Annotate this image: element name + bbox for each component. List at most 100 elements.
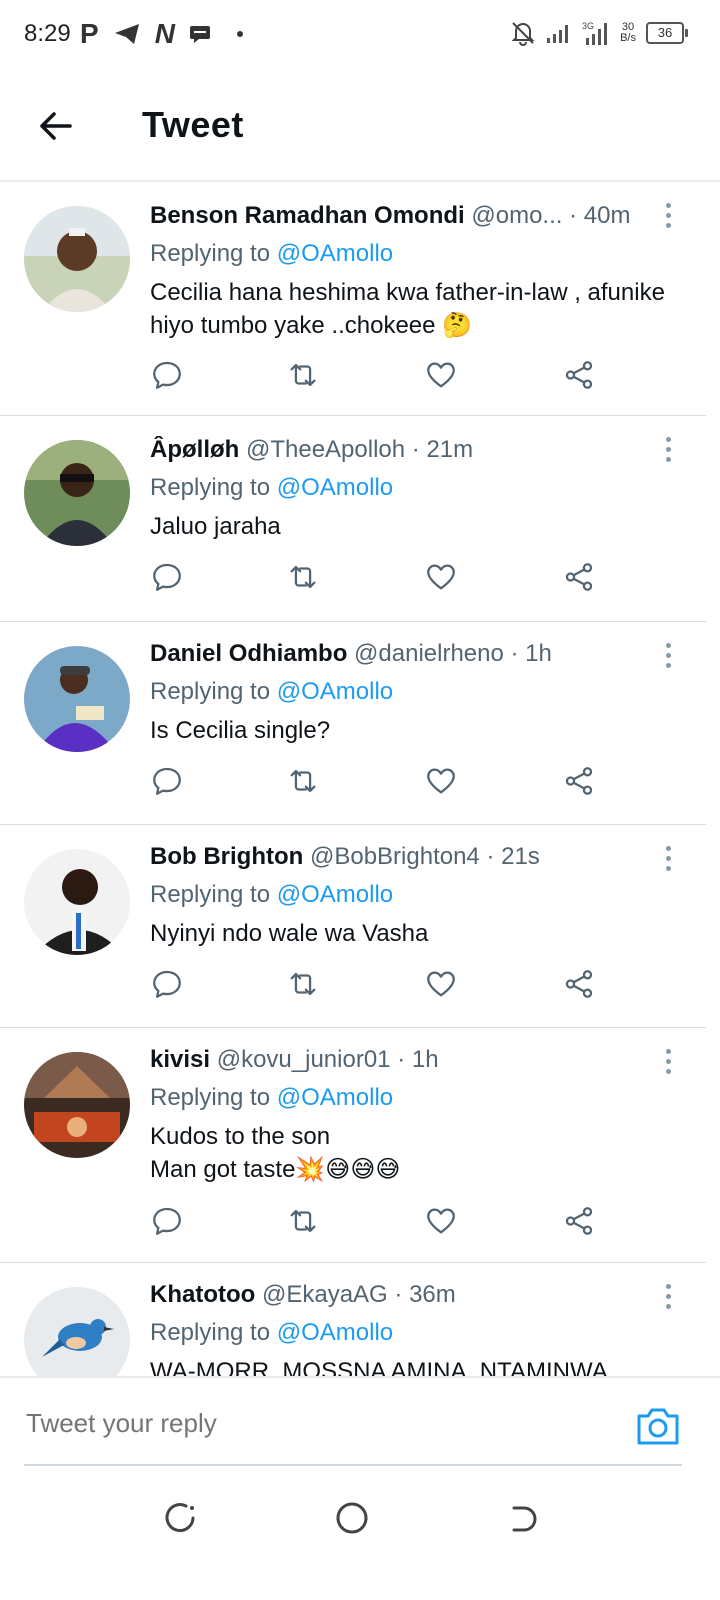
- replying-to: Replying to @OAmollo: [150, 881, 394, 908]
- avatar[interactable]: [24, 440, 130, 546]
- reply-button[interactable]: [150, 1204, 190, 1244]
- reply-underline: [24, 1464, 682, 1466]
- user-handle[interactable]: @EkayaAG: [262, 1281, 388, 1308]
- avatar[interactable]: [24, 1052, 130, 1158]
- mention-link[interactable]: @OAmollo: [277, 474, 393, 501]
- tweet-time: · 21m: [411, 436, 474, 463]
- tweet-item[interactable]: Âpølløh @TheeApolloh · 21m Replying to @…: [0, 416, 706, 622]
- reply-input[interactable]: [24, 1402, 588, 1444]
- back-nav-button[interactable]: [506, 1500, 546, 1540]
- user-name[interactable]: Daniel Odhiambo: [150, 640, 347, 667]
- retweet-button[interactable]: [286, 1204, 326, 1244]
- share-icon: [565, 361, 593, 389]
- share-button[interactable]: [562, 967, 602, 1007]
- page-title: Tweet: [142, 104, 244, 145]
- more-options-button[interactable]: [664, 200, 672, 230]
- notification-icons: P N: [80, 18, 243, 50]
- retweet-icon: [290, 972, 316, 996]
- camera-button[interactable]: [636, 1406, 680, 1446]
- user-name[interactable]: Benson Ramadhan Omondi: [150, 202, 465, 229]
- tweet-text: Cecilia hana heshima kwa father-in-law ,…: [150, 279, 665, 339]
- user-handle[interactable]: @BobBrighton4: [310, 843, 480, 870]
- user-name[interactable]: Âpølløh: [150, 436, 239, 463]
- tweet-actions: [150, 967, 610, 1011]
- tweet-item[interactable]: Bob Brighton @BobBrighton4 · 21s Replyin…: [0, 825, 706, 1028]
- tweet-item[interactable]: Khatotoo @EkayaAG · 36m Replying to @OAm…: [0, 1263, 706, 1376]
- reply-feed[interactable]: Benson Ramadhan Omondi @omo... · 40m Rep…: [0, 184, 706, 1376]
- tweet-text: WA-MORR, MOSSNA AMINA, NTAMINWA: [150, 1358, 608, 1376]
- mention-link[interactable]: @OAmollo: [277, 678, 393, 705]
- like-button[interactable]: [424, 560, 464, 600]
- mention-link[interactable]: @OAmollo: [277, 1084, 393, 1111]
- retweet-button[interactable]: [286, 560, 326, 600]
- camera-icon: [637, 1408, 679, 1445]
- more-options-button[interactable]: [664, 1281, 672, 1311]
- user-name[interactable]: Khatotoo: [150, 1281, 255, 1308]
- network-speed: 30 B/s: [620, 21, 636, 44]
- user-handle[interactable]: @danielrheno: [354, 640, 504, 667]
- back-gesture-icon: [512, 1506, 537, 1532]
- reply-icon: [153, 563, 181, 591]
- like-button[interactable]: [424, 358, 464, 398]
- tweet-actions: [150, 358, 610, 402]
- tweet-item[interactable]: Daniel Odhiambo @danielrheno · 1h Replyi…: [0, 622, 706, 825]
- reply-icon: [153, 970, 181, 998]
- tweet-item[interactable]: Benson Ramadhan Omondi @omo... · 40m Rep…: [0, 184, 706, 416]
- recents-icon: [165, 1503, 195, 1533]
- like-button[interactable]: [424, 1204, 464, 1244]
- home-circle-icon: [336, 1502, 368, 1534]
- share-button[interactable]: [562, 358, 602, 398]
- back-button[interactable]: [36, 106, 76, 146]
- user-name[interactable]: Bob Brighton: [150, 843, 303, 870]
- more-options-button[interactable]: [664, 640, 672, 670]
- user-name[interactable]: kivisi: [150, 1046, 210, 1073]
- tweet-header: Khatotoo @EkayaAG · 36m: [150, 1281, 686, 1309]
- heart-icon: [427, 362, 455, 388]
- battery-indicator: 36: [646, 22, 688, 44]
- like-button[interactable]: [424, 967, 464, 1007]
- p-app-icon: P: [80, 18, 99, 49]
- more-options-button[interactable]: [664, 1046, 672, 1076]
- user-handle[interactable]: @kovu_junior01: [217, 1046, 391, 1073]
- share-button[interactable]: [562, 764, 602, 804]
- tweet-time: · 36m: [394, 1281, 456, 1308]
- tweet-actions: [150, 1204, 610, 1248]
- mention-link[interactable]: @OAmollo: [277, 881, 393, 908]
- back-arrow-icon: [40, 112, 72, 140]
- tweet-time: · 21s: [486, 843, 540, 870]
- retweet-button[interactable]: [286, 967, 326, 1007]
- svg-text:3G: 3G: [582, 21, 594, 31]
- avatar[interactable]: [24, 646, 130, 752]
- user-handle[interactable]: @TheeApolloh: [246, 436, 405, 463]
- share-button[interactable]: [562, 560, 602, 600]
- mention-link[interactable]: @OAmollo: [277, 240, 393, 267]
- user-handle[interactable]: @omo...: [471, 202, 562, 229]
- recents-button[interactable]: [162, 1500, 202, 1540]
- avatar[interactable]: [24, 849, 130, 955]
- status-bar: 8:29 P N 3G 30 B/s 36: [0, 0, 720, 72]
- retweet-button[interactable]: [286, 764, 326, 804]
- reply-button[interactable]: [150, 764, 190, 804]
- top-app-bar: Tweet: [0, 72, 720, 182]
- tweet-header: Daniel Odhiambo @danielrheno · 1h: [150, 640, 686, 668]
- more-options-button[interactable]: [664, 434, 672, 464]
- signal-icon: [547, 25, 569, 43]
- reply-button[interactable]: [150, 560, 190, 600]
- home-button[interactable]: [334, 1500, 374, 1540]
- retweet-button[interactable]: [286, 358, 326, 398]
- like-button[interactable]: [424, 764, 464, 804]
- avatar[interactable]: [24, 206, 130, 312]
- share-button[interactable]: [562, 1204, 602, 1244]
- tweet-time: · 1h: [510, 640, 552, 667]
- heart-icon: [427, 1208, 455, 1234]
- reply-button[interactable]: [150, 358, 190, 398]
- retweet-icon: [290, 565, 316, 589]
- reply-button[interactable]: [150, 967, 190, 1007]
- avatar[interactable]: [24, 1287, 130, 1376]
- tweet-item[interactable]: kivisi @kovu_junior01 · 1h Replying to @…: [0, 1028, 706, 1263]
- more-options-button[interactable]: [664, 843, 672, 873]
- tweet-text: Jaluo jaraha: [150, 513, 281, 540]
- mention-link[interactable]: @OAmollo: [277, 1319, 393, 1346]
- tweet-header: Âpølløh @TheeApolloh · 21m: [150, 436, 686, 464]
- replying-to: Replying to @OAmollo: [150, 240, 394, 267]
